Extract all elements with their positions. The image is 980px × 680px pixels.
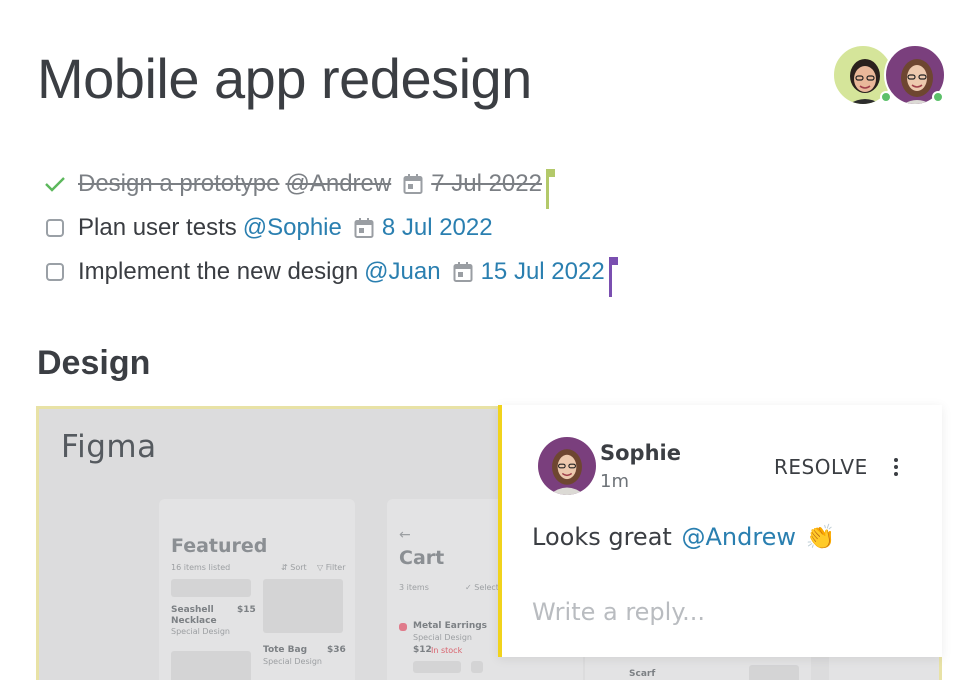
online-status-dot xyxy=(932,91,944,103)
task-item: Design a prototype @Andrew 7 Jul 2022 xyxy=(42,162,621,209)
mock-text: In stock xyxy=(431,646,463,655)
task-text[interactable]: Implement the new design xyxy=(78,258,358,286)
mock-text: 16 items listed xyxy=(171,563,231,572)
task-mention[interactable]: @Juan xyxy=(364,258,440,286)
mock-text: $36 xyxy=(327,645,346,655)
task-due-date[interactable]: 7 Jul 2022 xyxy=(431,170,542,198)
resolve-button[interactable]: RESOLVE xyxy=(774,455,868,479)
mock-text: ⇵ Sort xyxy=(281,563,307,572)
mock-text: ▽ Filter xyxy=(317,563,346,572)
mock-text: Cart xyxy=(399,547,445,569)
mock-text: $12 xyxy=(413,645,432,655)
mock-text: Special Design xyxy=(263,657,322,666)
page-title: Mobile app redesign xyxy=(37,47,532,110)
figma-label: Figma xyxy=(61,429,157,465)
mock-text: $15 xyxy=(237,605,256,615)
task-due-date[interactable]: 8 Jul 2022 xyxy=(382,214,493,242)
task-mention[interactable]: @Andrew xyxy=(285,170,391,198)
checkbox[interactable] xyxy=(42,215,68,241)
mock-text: Featured xyxy=(171,535,268,557)
task-mention[interactable]: @Sophie xyxy=(243,214,342,242)
collaborator-avatars xyxy=(832,44,948,108)
comment-body: Looks great @Andrew 👏 xyxy=(532,523,836,551)
task-item: Plan user tests @Sophie 8 Jul 2022 xyxy=(42,206,621,250)
mock-text: Scarf xyxy=(629,669,656,679)
task-text[interactable]: Plan user tests xyxy=(78,214,237,242)
comment-author: Sophie xyxy=(600,441,681,465)
task-due-date[interactable]: 15 Jul 2022 xyxy=(481,258,605,286)
check-icon[interactable] xyxy=(42,171,68,197)
mock-text: Special Design xyxy=(413,633,472,642)
mock-text: Special Design xyxy=(171,627,230,636)
comment-mention[interactable]: @Andrew xyxy=(681,523,796,551)
comment-timestamp: 1m xyxy=(600,471,629,492)
calendar-icon xyxy=(354,217,374,239)
task-text[interactable]: Design a prototype xyxy=(78,170,279,198)
mock-text: ← xyxy=(399,527,411,543)
online-status-dot xyxy=(880,91,892,103)
mock-text: Metal Earrings xyxy=(413,621,488,631)
figma-mock-screen: Featured 16 items listed ⇵ Sort ▽ Filter… xyxy=(159,499,355,680)
comment-card: Sophie 1m RESOLVE Looks great @Andrew 👏 xyxy=(498,405,942,657)
mock-text: 3 items xyxy=(399,583,429,592)
flag-icon xyxy=(608,257,621,297)
checkbox[interactable] xyxy=(42,259,68,285)
avatar xyxy=(538,437,596,495)
task-list: Design a prototype @Andrew 7 Jul 2022 Pl… xyxy=(42,162,621,297)
mock-text: Tote Bag xyxy=(263,645,308,655)
clapping-hands-icon: 👏 xyxy=(805,523,836,551)
reply-input[interactable] xyxy=(532,595,922,629)
task-item: Implement the new design @Juan 15 Jul 20… xyxy=(42,250,621,297)
mock-text: Seashell Necklace xyxy=(171,605,217,626)
section-title: Design xyxy=(37,344,151,382)
flag-icon xyxy=(545,169,558,209)
more-options-icon[interactable] xyxy=(886,455,906,479)
calendar-icon xyxy=(403,173,423,195)
comment-text: Looks great xyxy=(532,523,672,551)
calendar-icon xyxy=(453,261,473,283)
